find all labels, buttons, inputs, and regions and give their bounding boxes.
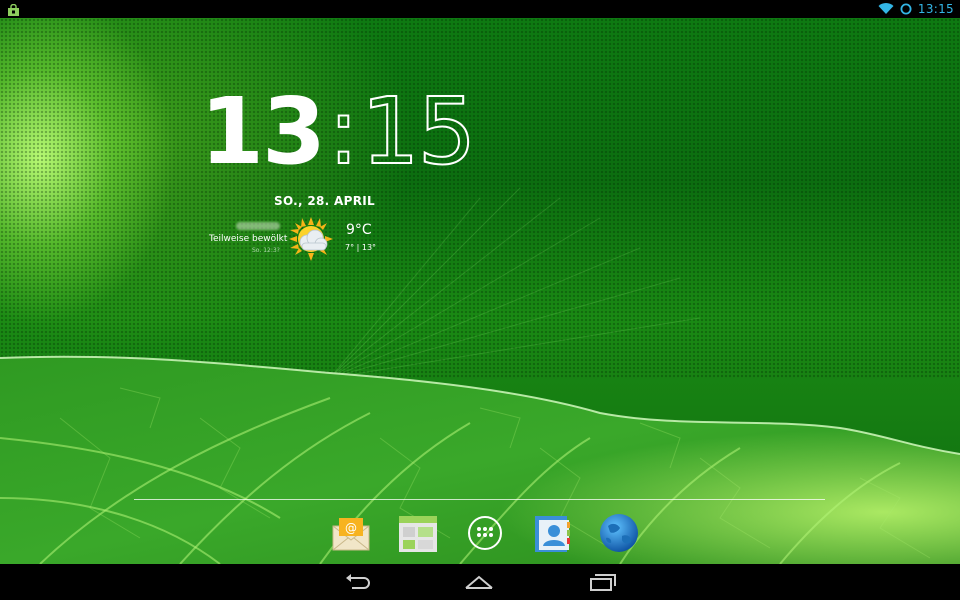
weather-condition[interactable]: Teilweise bewölkt	[209, 234, 287, 244]
clock-separator: :	[327, 78, 360, 185]
contacts-app-icon[interactable]	[531, 512, 573, 554]
dock: @	[330, 512, 640, 556]
email-app-icon[interactable]: @	[330, 512, 372, 554]
weather-temperature[interactable]: 9°C	[346, 222, 372, 238]
gallery-app-icon[interactable]	[397, 512, 439, 554]
navigation-bar	[0, 564, 960, 600]
home-icon[interactable]	[463, 572, 495, 592]
globe-browser-icon[interactable]	[598, 512, 640, 554]
shopping-bag-icon	[7, 2, 20, 16]
weather-updated-time: So. 12:3?	[252, 247, 280, 254]
status-clock: 13:15	[917, 2, 954, 16]
app-drawer-icon[interactable]	[464, 512, 506, 554]
clock-minutes: 15	[360, 78, 477, 185]
clock-hours: 13	[200, 78, 326, 185]
svg-text:@: @	[345, 521, 357, 535]
dock-divider	[134, 499, 825, 500]
leaf-illustration	[0, 187, 960, 564]
status-bar[interactable]: 13:15	[0, 0, 960, 18]
clock-widget[interactable]: 13:15	[200, 81, 477, 183]
home-wallpaper	[0, 18, 960, 564]
clock-date[interactable]: SO., 28. APRIL	[274, 194, 375, 208]
weather-temperature-range: 7° | 13°	[345, 243, 377, 252]
back-icon[interactable]	[342, 572, 374, 592]
weather-location-blurred	[236, 222, 280, 230]
partly-cloudy-icon[interactable]	[288, 216, 334, 262]
wifi-icon	[878, 0, 894, 19]
circle-status-icon	[900, 0, 912, 19]
recent-apps-icon[interactable]	[586, 572, 618, 592]
